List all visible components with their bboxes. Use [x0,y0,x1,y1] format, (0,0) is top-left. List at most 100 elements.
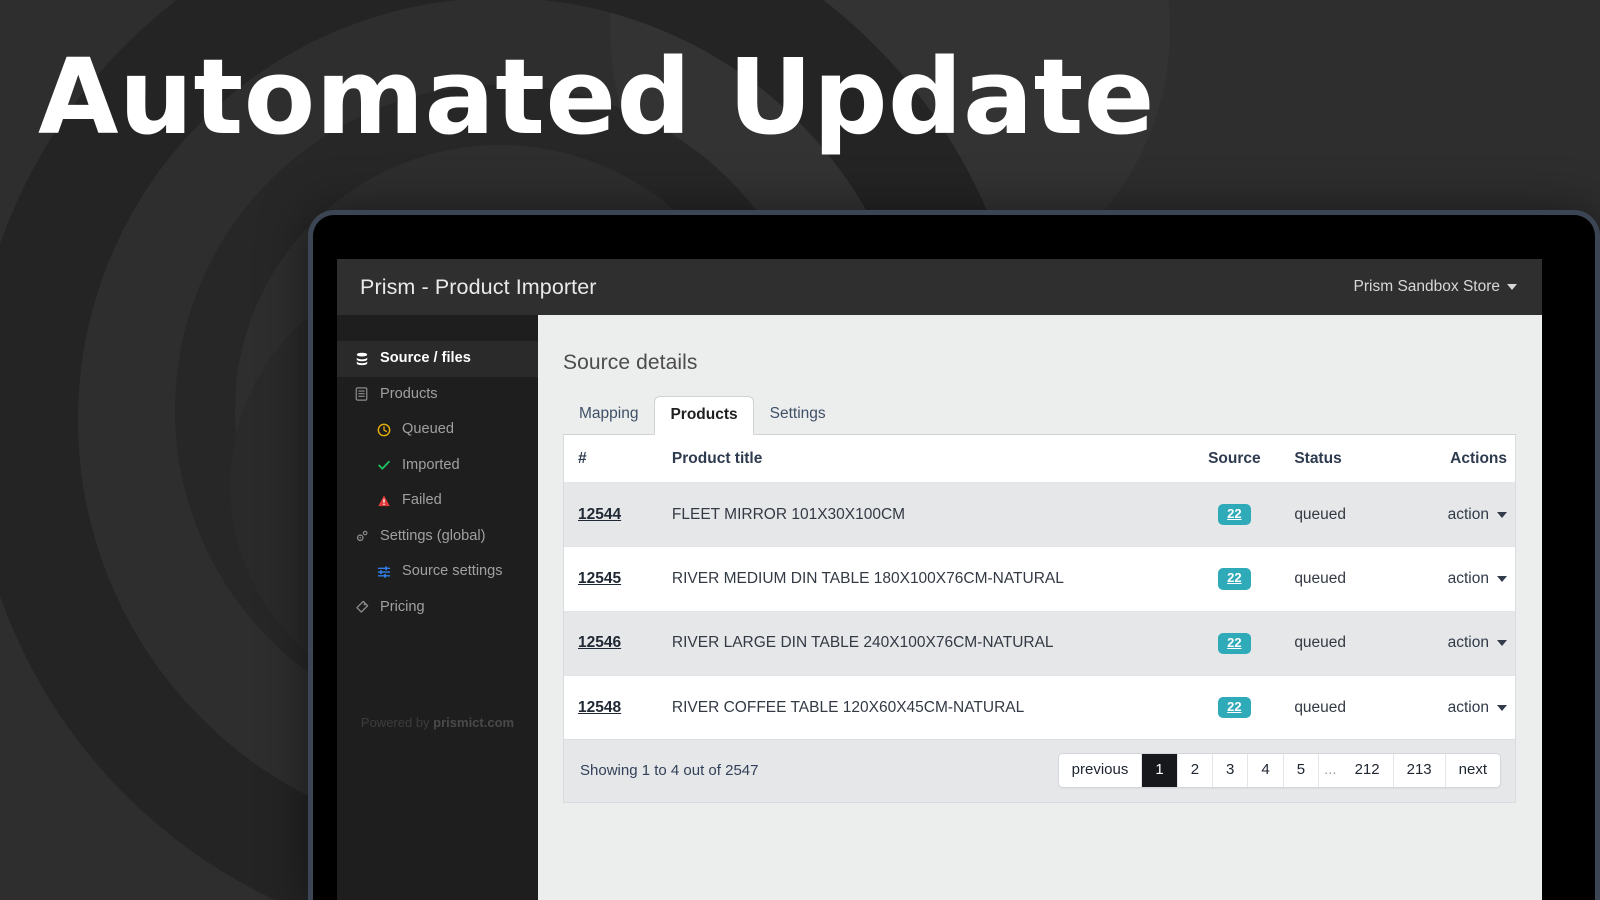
cell-product-title: RIVER COFFEE TABLE 120X60X45CM-NATURAL [667,675,1183,740]
cell-number: 12544 [564,482,668,547]
product-id-link[interactable]: 12548 [578,699,621,716]
source-badge[interactable]: 22 [1218,697,1251,719]
cell-source: 22 [1182,610,1287,676]
cell-product-title: RIVER LARGE DIN TABLE 240X100X76CM-NATUR… [667,610,1183,676]
action-dropdown-label: action [1447,698,1489,716]
clock-icon [376,422,391,437]
sidebar-item-settings-global[interactable]: Settings (global) [337,519,538,555]
column-header-number: # [564,435,668,483]
sidebar-item-failed[interactable]: Failed [337,483,538,519]
cell-source: 22 [1182,482,1287,547]
chevron-down-icon [1497,704,1507,711]
cell-actions: action [1400,546,1515,612]
app-body: Source / files Products Queued Imported Fail… [337,315,1542,900]
sidebar-item-label: Settings (global) [380,527,486,544]
cell-actions: action [1400,675,1515,740]
list-icon [354,387,369,402]
store-switcher-label: Prism Sandbox Store [1353,278,1500,295]
device-screen: Prism - Product Importer Prism Sandbox S… [337,259,1595,900]
showing-count: Showing 1 to 4 out of 2547 [580,762,759,780]
column-header-title: Product title [667,435,1183,483]
chevron-down-icon [1497,511,1507,518]
pagination-4[interactable]: 4 [1248,754,1284,787]
chevron-down-icon [1497,576,1507,583]
sidebar-item-queued[interactable]: Queued [337,412,538,448]
table-head: # Product title Source Status Actions [564,435,1515,483]
sidebar-item-source-files[interactable]: Source / files [337,341,538,377]
products-table: # Product title Source Status Actions 12… [564,435,1515,740]
app-topbar: Prism - Product Importer Prism Sandbox S… [337,259,1542,315]
table-row: 12545 RIVER MEDIUM DIN TABLE 180X100X76CM… [564,546,1515,612]
store-switcher[interactable]: Prism Sandbox Store [1354,278,1517,296]
product-id-link[interactable]: 12546 [578,634,621,651]
sidebar: Source / files Products Queued Imported Fail… [337,315,538,900]
product-id-link[interactable]: 12545 [578,570,621,587]
pagination: previous 1 2 3 4 5... 212 213 next [1057,753,1501,788]
action-dropdown-label: action [1447,634,1489,652]
action-dropdown-label: action [1447,570,1489,588]
tag-icon [354,600,369,615]
sidebar-item-label: Failed [402,492,442,508]
action-dropdown[interactable]: action [1448,634,1507,652]
sidebar-item-label: Imported [402,456,460,473]
cell-source: 22 [1182,675,1287,740]
pagination-previous[interactable]: previous [1058,754,1143,787]
cell-product-title: RIVER MEDIUM DIN TABLE 180X100X76CM-NATU… [667,546,1183,612]
column-header-status: Status [1286,435,1401,483]
products-table-card: # Product title Source Status Actions 12… [563,434,1516,803]
sidebar-nav: Source / files Products Queued Imported Fail… [337,341,538,625]
pagination-1[interactable]: 1 [1142,754,1178,787]
tab-settings[interactable]: Settings [754,395,842,434]
cell-status: queued [1286,675,1401,740]
pagination-212[interactable]: 212 [1341,754,1394,787]
source-badge[interactable]: 22 [1218,504,1251,526]
action-dropdown[interactable]: action [1448,570,1507,588]
table-row: 12546 RIVER LARGE DIN TABLE 240X100X76CM-… [564,610,1515,676]
table-body: 12544 FLEET MIRROR 101X30X100CM 22 queued ac… [564,482,1515,740]
pagination-next[interactable]: next [1445,754,1500,787]
hero-title: Automated Update [38,36,1155,158]
chevron-down-icon [1507,284,1517,290]
check-icon [376,458,391,473]
warning-icon [376,493,391,508]
sidebar-item-imported[interactable]: Imported [337,448,538,484]
sidebar-item-label: Pricing [380,598,425,615]
sidebar-item-source-settings[interactable]: Source settings [337,554,538,590]
table-footer: Showing 1 to 4 out of 2547 previous 1 2 3 4 5… [564,739,1515,802]
cell-number: 12548 [564,675,668,740]
cell-status: queued [1286,610,1401,676]
table-row: 12544 FLEET MIRROR 101X30X100CM 22 queued ac… [564,482,1515,547]
tab-mapping[interactable]: Mapping [563,395,654,434]
pagination-ellipsis: ... [1319,754,1342,787]
sidebar-item-label: Source settings [402,563,503,579]
table-row: 12548 RIVER COFFEE TABLE 120X60X45CM-NATU… [564,675,1515,740]
product-id-link[interactable]: 12544 [578,506,621,523]
cell-status: queued [1286,482,1401,547]
source-badge[interactable]: 22 [1218,632,1251,655]
sidebar-item-label: Products [380,385,438,402]
device-frame: Prism - Product Importer Prism Sandbox S… [308,210,1600,900]
pagination-3[interactable]: 3 [1213,754,1249,787]
database-icon [354,351,369,366]
pagination-2[interactable]: 2 [1177,754,1214,787]
cell-status: queued [1286,546,1401,612]
sidebar-item-label: Queued [402,421,454,437]
action-dropdown[interactable]: action [1448,506,1507,524]
pagination-5[interactable]: 5 [1283,754,1320,787]
tab-products[interactable]: Products [654,396,754,436]
table-header-row: # Product title Source Status Actions [564,435,1515,483]
gears-icon [354,529,369,544]
column-header-source: Source [1182,435,1287,483]
sidebar-item-pricing[interactable]: Pricing [337,590,538,626]
sliders-icon [376,564,391,579]
cell-source: 22 [1182,546,1287,612]
app-title: Prism - Product Importer [360,274,597,299]
cell-actions: action [1400,482,1515,547]
tab-bar: Mapping Products Settings [563,395,1516,436]
pagination-213[interactable]: 213 [1393,754,1446,787]
action-dropdown[interactable]: action [1448,699,1507,717]
cell-actions: action [1400,610,1515,676]
source-badge[interactable]: 22 [1218,568,1251,590]
powered-prefix: Powered by [360,715,434,730]
sidebar-item-products[interactable]: Products [337,377,538,413]
